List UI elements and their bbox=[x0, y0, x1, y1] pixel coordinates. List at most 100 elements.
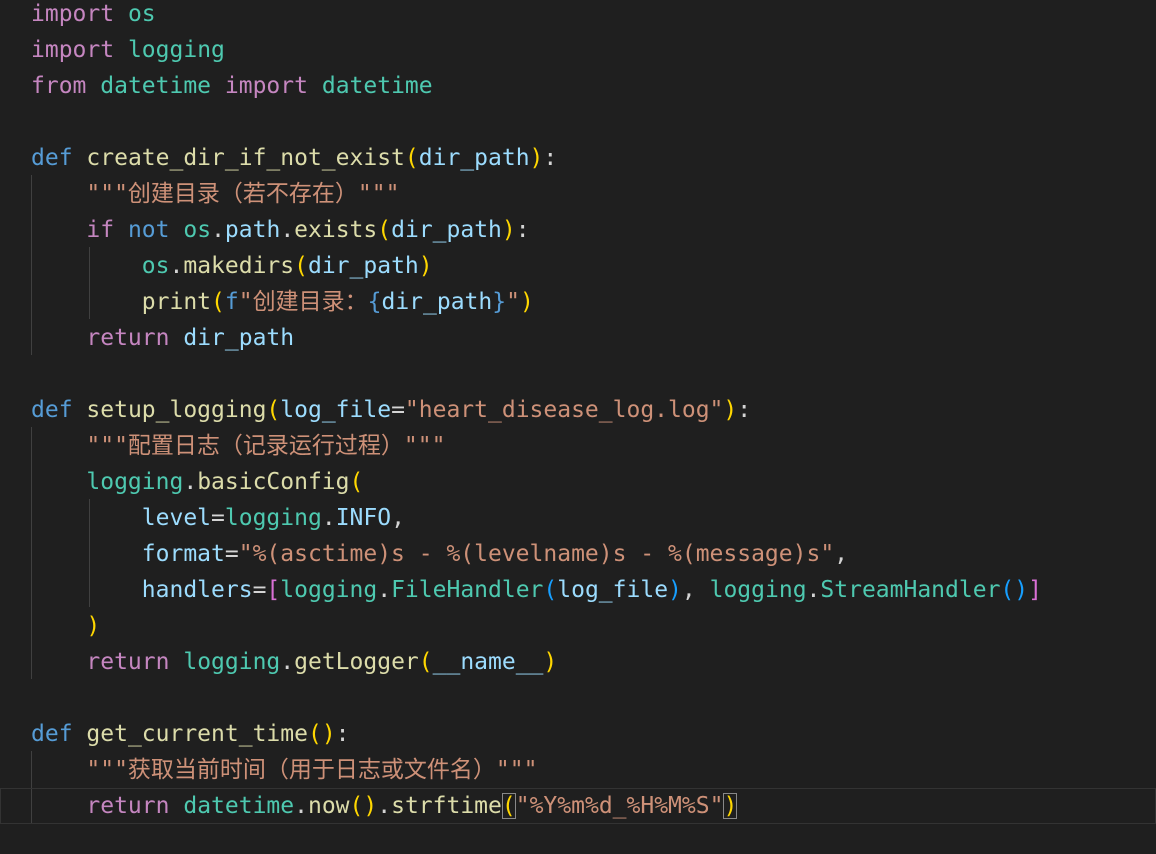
code-line[interactable]: return dir_path bbox=[0, 320, 1156, 356]
code-line[interactable]: """配置日志（记录运行过程）""" bbox=[0, 428, 1156, 464]
code-token: = bbox=[224, 541, 239, 567]
code-token: from bbox=[31, 73, 87, 99]
code-token: log_file bbox=[280, 397, 392, 423]
code-token: import bbox=[31, 1, 115, 27]
code-token: ) bbox=[543, 649, 558, 675]
code-line[interactable] bbox=[0, 104, 1156, 140]
code-token: dir_path bbox=[391, 217, 502, 243]
code-token: : bbox=[737, 397, 752, 423]
code-token: . bbox=[280, 217, 295, 243]
code-token: import bbox=[224, 73, 308, 99]
code-token: ( bbox=[211, 289, 225, 315]
code-token: ) bbox=[86, 613, 101, 639]
code-line[interactable] bbox=[0, 680, 1156, 716]
code-line[interactable]: """创建目录（若不存在）""" bbox=[0, 176, 1156, 212]
code-line[interactable]: def setup_logging(log_file="heart_diseas… bbox=[0, 392, 1156, 428]
code-token: , bbox=[391, 505, 405, 531]
code-token: dir_path bbox=[381, 289, 493, 315]
code-token: ( bbox=[543, 577, 558, 603]
code-token: __name__ bbox=[432, 649, 544, 675]
code-token: . bbox=[377, 793, 392, 819]
code-line[interactable]: if not os.path.exists(dir_path): bbox=[0, 212, 1156, 248]
code-line[interactable]: os.makedirs(dir_path) bbox=[0, 248, 1156, 284]
code-token: : bbox=[543, 145, 558, 171]
code-token: get_current_time bbox=[86, 721, 308, 747]
code-token: return bbox=[86, 325, 170, 351]
code-token: ( bbox=[377, 217, 392, 243]
code-token: . bbox=[294, 793, 308, 819]
code-token: if bbox=[86, 217, 115, 243]
code-token: dir_path bbox=[418, 145, 530, 171]
code-token: handlers bbox=[141, 577, 253, 603]
code-token: = bbox=[211, 505, 225, 531]
code-token: setup_logging bbox=[86, 397, 267, 423]
code-line[interactable]: ) bbox=[0, 608, 1156, 644]
code-line[interactable]: return logging.getLogger(__name__) bbox=[0, 644, 1156, 680]
code-token: getLogger bbox=[294, 649, 419, 675]
code-token: "heart_disease_log.log" bbox=[404, 397, 724, 423]
code-line[interactable]: def get_current_time(): bbox=[0, 716, 1156, 752]
code-line[interactable]: return datetime.now().strftime("%Y%m%d_%… bbox=[0, 788, 1156, 824]
code-token: log_file bbox=[557, 577, 669, 603]
code-token: : bbox=[515, 217, 530, 243]
code-token: . bbox=[806, 577, 821, 603]
code-token: datetime bbox=[100, 73, 212, 99]
code-token: = bbox=[391, 397, 405, 423]
code-token: format bbox=[141, 541, 225, 567]
code-token: level bbox=[141, 505, 212, 531]
code-token: logging bbox=[127, 37, 225, 63]
code-line[interactable]: import os bbox=[0, 0, 1156, 32]
code-line[interactable]: import logging bbox=[0, 32, 1156, 68]
code-token: () bbox=[1000, 577, 1029, 603]
code-token: """配置日志（记录运行过程）""" bbox=[86, 433, 446, 459]
code-line[interactable]: format="%(asctime)s - %(levelname)s - %(… bbox=[0, 536, 1156, 572]
code-token: "创建目录： bbox=[238, 289, 368, 315]
code-token: import bbox=[31, 37, 115, 63]
code-token: . bbox=[183, 469, 198, 495]
code-token: datetime bbox=[183, 793, 295, 819]
code-token: INFO bbox=[335, 505, 392, 531]
code-token: ( bbox=[404, 145, 419, 171]
code-line[interactable]: print(f"创建目录：{dir_path}") bbox=[0, 284, 1156, 320]
code-token: os bbox=[183, 217, 212, 243]
code-token: f bbox=[224, 289, 239, 315]
code-token: logging bbox=[86, 469, 184, 495]
code-line[interactable]: logging.basicConfig( bbox=[0, 464, 1156, 500]
code-token: [ bbox=[266, 577, 281, 603]
code-token: ( bbox=[501, 793, 516, 819]
code-token: create_dir_if_not_exist bbox=[86, 145, 405, 171]
code-line[interactable]: def create_dir_if_not_exist(dir_path): bbox=[0, 140, 1156, 176]
code-line[interactable]: from datetime import datetime bbox=[0, 68, 1156, 104]
code-token: logging bbox=[709, 577, 807, 603]
code-token: ( bbox=[349, 469, 364, 495]
code-token: "%Y%m%d_%H%M%S" bbox=[515, 793, 724, 819]
code-editor[interactable]: import os import logging from datetime imp… bbox=[0, 0, 1156, 854]
code-token: StreamHandler bbox=[820, 577, 1001, 603]
code-line[interactable]: """获取当前时间（用于日志或文件名）""" bbox=[0, 752, 1156, 788]
code-token: def bbox=[31, 397, 73, 423]
code-token: : bbox=[335, 721, 350, 747]
code-line[interactable]: handlers=[logging.FileHandler(log_file),… bbox=[0, 572, 1156, 608]
code-token: ) bbox=[723, 397, 738, 423]
code-token: strftime bbox=[391, 793, 502, 819]
code-token: () bbox=[349, 793, 378, 819]
code-token: now bbox=[307, 793, 350, 819]
code-token: """获取当前时间（用于日志或文件名）""" bbox=[86, 757, 538, 783]
code-line[interactable] bbox=[0, 356, 1156, 392]
code-line[interactable]: level=logging.INFO, bbox=[0, 500, 1156, 536]
code-token: ) bbox=[668, 577, 682, 603]
code-token: . bbox=[211, 217, 225, 243]
